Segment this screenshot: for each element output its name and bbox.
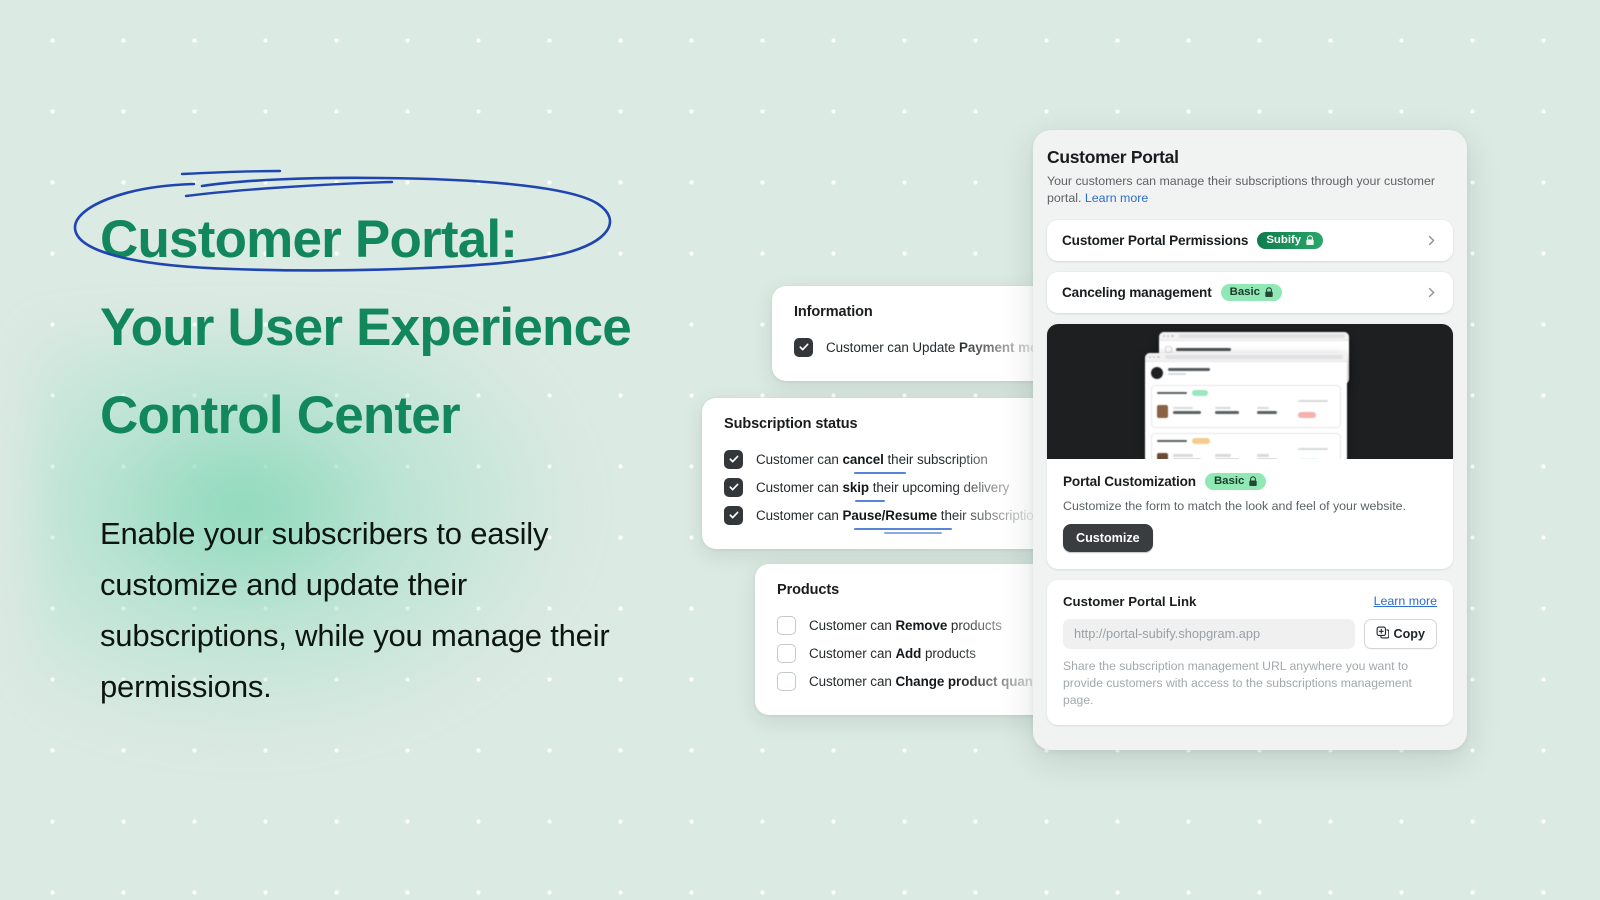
portal-customization-body: Portal Customization Basic Customize the… — [1047, 459, 1453, 569]
badge-label: Subify — [1266, 233, 1302, 246]
link-section-title: Customer Portal Link — [1063, 593, 1197, 609]
headline-line-3: Control Center — [100, 386, 461, 445]
permission-suffix: products — [947, 617, 1002, 633]
learn-more-link[interactable]: Learn more — [1374, 594, 1437, 608]
lock-icon — [1249, 475, 1258, 486]
permission-prefix: Customer can — [809, 645, 896, 661]
portal-customization-description: Customize the form to match the look and… — [1063, 498, 1406, 513]
permission-prefix: Customer can Update — [826, 339, 959, 355]
portal-customization-title: Portal Customization — [1063, 473, 1196, 489]
checkbox-checked-icon[interactable] — [724, 449, 743, 469]
preview-window-titlebar — [1145, 353, 1347, 362]
checkbox-checked-icon[interactable] — [724, 505, 743, 525]
permission-keyword: Remove — [895, 617, 948, 633]
panel-title: Customer Portal — [1047, 147, 1179, 167]
customer-portal-panel: Customer Portal Your customers can manag… — [1033, 130, 1467, 750]
headline-line-2: Your User Experience — [100, 298, 632, 357]
permission-prefix: Customer can — [809, 617, 896, 633]
permission-row-skip[interactable]: Customer can skip their upcoming deliver… — [724, 473, 1080, 502]
copy-icon — [1376, 626, 1389, 642]
customize-button[interactable]: Customize — [1063, 523, 1153, 552]
badge-subify: Subify — [1257, 232, 1324, 249]
checkbox-checked-icon[interactable] — [794, 337, 813, 357]
learn-more-link[interactable]: Learn more — [1085, 191, 1148, 205]
permission-keyword: cancel — [842, 451, 884, 467]
preview-window-body — [1145, 362, 1347, 459]
permission-keyword: Change product quantity — [895, 673, 1053, 689]
lock-icon — [1265, 287, 1273, 297]
copy-button[interactable]: Copy — [1363, 618, 1437, 649]
permission-label: Customer can Change product quantity — [809, 674, 1053, 689]
card-subscription-status-title: Subscription status — [724, 416, 858, 432]
row-title: Customer Portal Permissions — [1062, 233, 1249, 248]
row-customer-portal-permissions[interactable]: Customer Portal Permissions Subify — [1047, 220, 1453, 261]
permission-keyword: Add — [895, 645, 922, 661]
permission-row-cancel[interactable]: Customer can cancel their subscription — [724, 445, 1080, 474]
permission-prefix: Customer can — [756, 479, 843, 495]
preview-subscription-card — [1151, 385, 1341, 428]
permission-row-pause-resume[interactable]: Customer can Pause/Resume their subscrip… — [724, 501, 1081, 534]
link-note: Share the subscription management URL an… — [1063, 658, 1412, 707]
chevron-right-icon[interactable] — [1425, 234, 1438, 247]
preview-window-titlebar — [1159, 332, 1349, 341]
permission-keyword: Pause/Resume — [842, 507, 938, 523]
checkbox-unchecked-icon[interactable] — [777, 671, 796, 691]
preview-subscription-card — [1151, 432, 1341, 459]
hero-description: Enable your subscribers to easily custom… — [100, 516, 610, 704]
permission-suffix: products — [921, 645, 976, 661]
permission-suffix: their upcoming delivery — [869, 479, 1010, 495]
chevron-right-icon[interactable] — [1425, 286, 1438, 299]
permission-prefix: Customer can — [809, 673, 896, 689]
panel-subtitle: Your customers can manage their subscrip… — [1047, 173, 1453, 207]
badge-basic: Basic — [1220, 284, 1282, 301]
headline-line-1: Customer Portal: — [100, 210, 518, 269]
page-title: Customer Portal: Your User Experience Co… — [100, 196, 760, 460]
permission-label: Customer can cancel their subscription — [756, 451, 988, 474]
portal-preview-image — [1047, 324, 1453, 459]
permission-label: Customer can Remove products — [809, 618, 1002, 633]
permission-label: Customer can Update Payment method — [826, 340, 1066, 355]
permission-keyword: skip — [842, 479, 870, 495]
card-customer-portal-link: Customer Portal Link Learn more Copy Sha… — [1047, 579, 1453, 725]
lock-icon — [1306, 235, 1314, 245]
link-header: Customer Portal Link Learn more — [1063, 594, 1437, 609]
hero-copy: Customer Portal: Your User Experience Co… — [100, 196, 760, 712]
permission-prefix: Customer can — [756, 451, 843, 467]
row-title: Canceling management — [1062, 285, 1212, 300]
checkbox-unchecked-icon[interactable] — [777, 643, 796, 663]
keyword-underline — [854, 527, 952, 530]
portal-url-input[interactable] — [1063, 618, 1355, 649]
promo-banner: Customer Portal: Your User Experience Co… — [0, 0, 1600, 900]
badge-label: Basic — [1229, 285, 1260, 298]
copy-button-label: Copy — [1393, 626, 1425, 641]
preview-window-front — [1145, 353, 1347, 459]
permission-label: Customer can Add products — [809, 646, 976, 661]
keyword-underline-secondary — [884, 531, 942, 534]
keyword-underline — [855, 499, 885, 502]
row-canceling-management[interactable]: Canceling management Basic — [1047, 272, 1453, 313]
permission-label: Customer can skip their upcoming deliver… — [756, 479, 1010, 502]
permission-suffix: their subscription — [883, 451, 988, 467]
checkbox-unchecked-icon[interactable] — [777, 615, 796, 635]
permission-prefix: Customer can — [756, 507, 843, 523]
badge-label: Basic — [1213, 474, 1245, 487]
badge-basic: Basic — [1204, 473, 1267, 490]
portal-customization-header: Portal Customization Basic — [1063, 473, 1437, 490]
checkbox-checked-icon[interactable] — [724, 477, 743, 497]
link-input-row: Copy — [1063, 618, 1437, 649]
card-portal-customization: Portal Customization Basic Customize the… — [1047, 324, 1453, 569]
keyword-underline — [854, 471, 906, 474]
